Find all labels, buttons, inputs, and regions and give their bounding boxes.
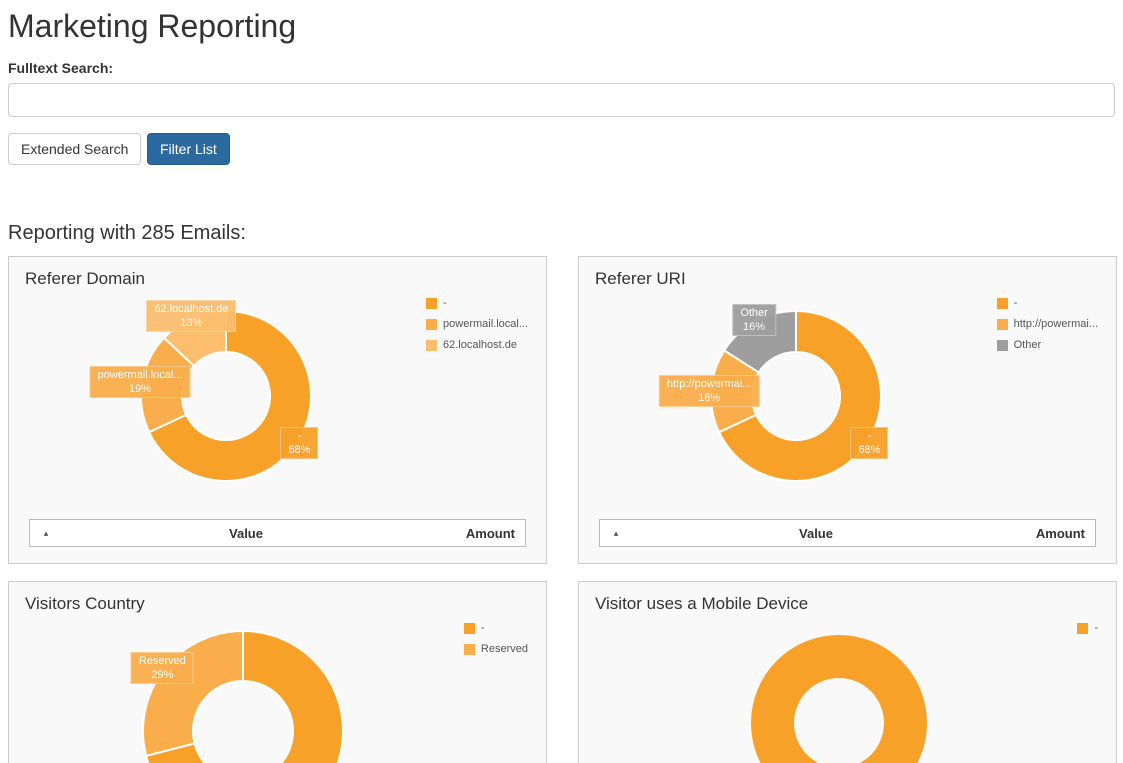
panel-title: Referer Domain [25,269,145,289]
reporting-heading: Reporting with 285 Emails: [8,222,246,245]
panel-title: Referer URI [595,269,686,289]
page-title: Marketing Reporting [8,8,296,45]
sort-asc-icon[interactable]: ▴ [600,528,632,539]
legend-swatch-icon [1077,623,1088,634]
legend-swatch-icon [426,319,437,330]
slice-label: Reserved29% [131,652,194,684]
legend-swatch-icon [426,298,437,309]
chart-legend: - Reserved [464,622,528,664]
donut-chart [128,616,358,763]
panel-title: Visitors Country [25,594,145,614]
donut-chart-visitors-country: -71%Reserved29% [128,616,358,763]
donut-chart-referer-uri: -68%http://powermai...16%Other16% [696,296,896,496]
legend-label: 62.localhost.de [443,339,517,351]
chart-legend: - powermail.local... 62.localhost.de [426,297,528,360]
legend-item[interactable]: powermail.local... [426,318,528,330]
sort-asc-icon[interactable]: ▴ [30,528,62,539]
fulltext-search-label: Fulltext Search: [8,60,113,76]
legend-label: - [1094,622,1098,634]
slice-label: http://powermai...16% [659,375,759,407]
legend-item[interactable]: 62.localhost.de [426,339,528,351]
slice-label: powermail.local...19% [90,366,191,398]
extended-search-button[interactable]: Extended Search [8,133,141,165]
legend-item[interactable]: - [1077,622,1098,634]
donut-chart-mobile-device [739,623,939,763]
legend-swatch-icon [997,319,1008,330]
legend-swatch-icon [997,340,1008,351]
donut-chart-referer-domain: -68%powermail.local...19%62.localhost.de… [126,296,326,496]
column-header-value[interactable]: Value [62,526,430,541]
legend-item[interactable]: - [464,622,528,634]
legend-label: - [481,622,485,634]
filter-list-button[interactable]: Filter List [147,133,230,165]
legend-item[interactable]: Reserved [464,643,528,655]
slice-label: -68% [280,427,318,459]
legend-label: http://powermai... [1014,318,1098,330]
legend-swatch-icon [997,298,1008,309]
slice-label: 62.localhost.de13% [146,300,236,332]
donut-chart [739,623,939,763]
chart-legend: - [1077,622,1098,643]
panel-visitors-country: Visitors Country -71%Reserved29% - Reserv… [8,581,547,763]
panel-mobile-device: Visitor uses a Mobile Device - [578,581,1117,763]
legend-label: Other [1014,339,1042,351]
panel-referer-domain: Referer Domain -68%powermail.local...19%… [8,256,547,564]
table-header: ▴ Value Amount [599,519,1096,547]
legend-item[interactable]: http://powermai... [997,318,1098,330]
fulltext-search-input[interactable] [8,83,1115,117]
column-header-value[interactable]: Value [632,526,1000,541]
legend-item[interactable]: - [997,297,1098,309]
legend-item[interactable]: - [426,297,528,309]
panel-referer-uri: Referer URI -68%http://powermai...16%Oth… [578,256,1117,564]
donut-slice[interactable] [773,657,906,763]
marketing-reporting-page: Marketing Reporting Fulltext Search: Ext… [0,0,1123,763]
column-header-amount[interactable]: Amount [1000,526,1095,541]
legend-label: powermail.local... [443,318,528,330]
donut-slice[interactable] [143,631,243,756]
slice-label: -68% [850,427,888,459]
legend-swatch-icon [464,623,475,634]
slice-label: Other16% [732,304,776,336]
legend-label: - [443,297,447,309]
chart-legend: - http://powermai... Other [997,297,1098,360]
column-header-amount[interactable]: Amount [430,526,525,541]
panel-title: Visitor uses a Mobile Device [595,594,808,614]
legend-item[interactable]: Other [997,339,1098,351]
table-header: ▴ Value Amount [29,519,526,547]
legend-label: Reserved [481,643,528,655]
legend-swatch-icon [426,340,437,351]
legend-label: - [1014,297,1018,309]
legend-swatch-icon [464,644,475,655]
